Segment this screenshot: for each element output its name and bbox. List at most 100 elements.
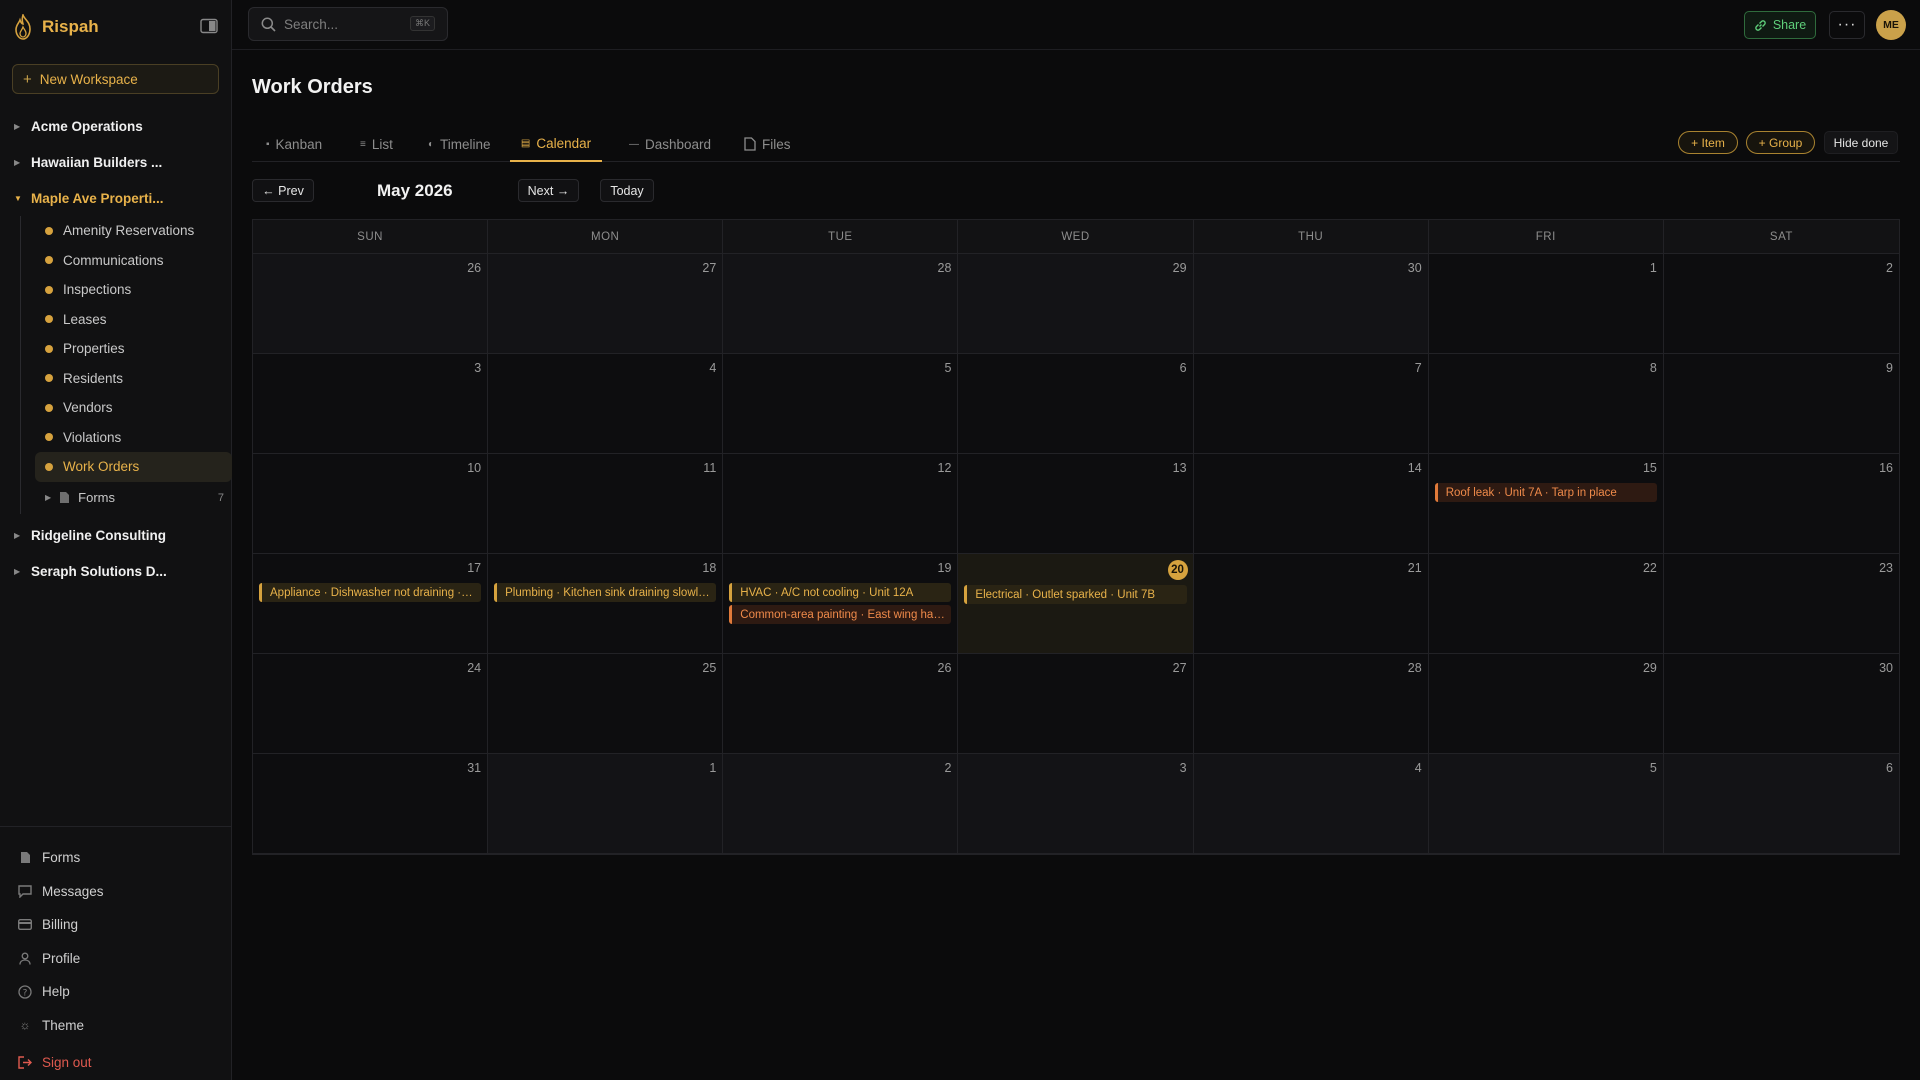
today-button[interactable]: Today — [600, 179, 654, 202]
day-cell[interactable]: 6 — [1663, 754, 1899, 854]
calendar-event[interactable]: Common-area painting · East wing ha… — [729, 605, 952, 624]
calendar-event[interactable]: Electrical · Outlet sparked · Unit 7B — [964, 585, 1187, 604]
day-cell[interactable]: 28 — [723, 254, 959, 354]
day-cell[interactable]: 15 Roof leak · Unit 7A · Tarp in place — [1428, 454, 1664, 554]
topbar: Search... ⌘K Share ··· ME — [232, 0, 1920, 50]
tab-kanban[interactable]: ▪ Kanban — [262, 126, 326, 162]
day-cell[interactable]: 7 — [1193, 354, 1429, 454]
nav-forms[interactable]: Forms — [0, 841, 232, 875]
day-cell[interactable]: 3 — [958, 754, 1194, 854]
day-cell[interactable]: 17 Appliance · Dishwasher not draining · … — [253, 554, 489, 654]
weekday-label: SAT — [1769, 230, 1793, 243]
day-cell[interactable]: 29 — [958, 254, 1194, 354]
workspace-item-maple[interactable]: ▼ Maple Ave Properti... — [0, 180, 232, 216]
day-cell[interactable]: 27 — [488, 254, 724, 354]
day-cell[interactable]: 11 — [488, 454, 724, 554]
add-group-button[interactable]: + Group — [1746, 131, 1815, 154]
day-cell[interactable]: 22 — [1428, 554, 1664, 654]
day-cell[interactable]: 5 — [1428, 754, 1664, 854]
day-cell[interactable]: 2 — [723, 754, 959, 854]
day-cell[interactable]: 13 — [958, 454, 1194, 554]
day-cell[interactable]: 23 — [1663, 554, 1899, 654]
sidebar-item-residents[interactable]: Residents — [35, 364, 232, 394]
day-cell[interactable]: 30 — [1193, 254, 1429, 354]
tab-files[interactable]: Files — [740, 126, 795, 162]
search-input[interactable]: Search... ⌘K — [248, 7, 448, 41]
sidebar-item-leases[interactable]: Leases — [35, 305, 232, 335]
nav-sign-out[interactable]: Sign out — [0, 1046, 232, 1080]
day-cell[interactable]: 5 — [723, 354, 959, 454]
workspace-item-hawaiian[interactable]: ▶ Hawaiian Builders ... — [0, 144, 232, 180]
collapse-sidebar-icon[interactable] — [200, 18, 218, 34]
day-number: 26 — [467, 261, 482, 275]
tab-calendar[interactable]: ▤ Calendar — [510, 126, 602, 162]
add-item-button[interactable]: + Item — [1678, 131, 1738, 154]
day-cell[interactable]: 8 — [1428, 354, 1664, 454]
sidebar-folder-forms[interactable]: ▶ Forms 7 — [35, 482, 232, 514]
day-number: 9 — [1886, 361, 1893, 375]
day-cell[interactable]: 1 — [488, 754, 724, 854]
avatar[interactable]: ME — [1876, 10, 1906, 40]
day-cell[interactable]: 6 — [958, 354, 1194, 454]
tab-label: Dashboard — [645, 136, 712, 152]
calendar-event[interactable]: HVAC · A/C not cooling · Unit 12A — [729, 583, 952, 602]
tab-dashboard[interactable]: — Dashboard — [625, 126, 715, 162]
day-cell[interactable]: 4 — [1193, 754, 1429, 854]
day-cell[interactable]: 12 — [723, 454, 959, 554]
day-cell[interactable]: 18 Plumbing · Kitchen sink draining slowl… — [488, 554, 724, 654]
day-cell[interactable]: 31 — [253, 754, 489, 854]
sidebar-item-label: Amenity Reservations — [63, 223, 195, 239]
workspace-label: Ridgeline Consulting — [31, 528, 166, 543]
sidebar-item-properties[interactable]: Properties — [35, 334, 232, 364]
nav-label: Billing — [42, 917, 79, 933]
calendar-event[interactable]: Appliance · Dishwasher not draining · … — [259, 583, 482, 602]
day-cell[interactable]: 4 — [488, 354, 724, 454]
sidebar-item-work-orders[interactable]: Work Orders — [35, 452, 232, 482]
day-cell[interactable]: 29 — [1428, 654, 1664, 754]
workspace-item-acme[interactable]: ▶ Acme Operations — [0, 108, 232, 144]
day-cell[interactable]: 30 — [1663, 654, 1899, 754]
sign-out-icon — [18, 1056, 32, 1070]
day-cell[interactable]: 21 — [1193, 554, 1429, 654]
day-cell[interactable]: 26 — [723, 654, 959, 754]
sidebar-item-communications[interactable]: Communications — [35, 246, 232, 276]
tab-timeline[interactable]: ◐ Timeline — [424, 126, 495, 162]
day-cell[interactable]: 3 — [253, 354, 489, 454]
more-options-button[interactable]: ··· — [1829, 11, 1865, 39]
day-cell[interactable]: 26 — [253, 254, 489, 354]
hide-done-button[interactable]: Hide done — [1824, 131, 1898, 154]
app-name: Rispah — [42, 17, 99, 36]
nav-help[interactable]: ? Help — [0, 975, 232, 1009]
day-cell[interactable]: 24 — [253, 654, 489, 754]
day-cell[interactable]: 14 — [1193, 454, 1429, 554]
day-cell[interactable]: 19 HVAC · A/C not cooling · Unit 12A Commo… — [723, 554, 959, 654]
sidebar-item-vendors[interactable]: Vendors — [35, 393, 232, 423]
calendar-event[interactable]: Plumbing · Kitchen sink draining slowl… — [494, 583, 717, 602]
sidebar-item-inspections[interactable]: Inspections — [35, 275, 232, 305]
sidebar-item-amenity-reservations[interactable]: Amenity Reservations — [35, 216, 232, 246]
day-cell[interactable]: 10 — [253, 454, 489, 554]
next-month-button[interactable]: Next → — [518, 179, 579, 202]
day-number: 23 — [1879, 561, 1893, 575]
day-cell[interactable]: 9 — [1663, 354, 1899, 454]
calendar-event[interactable]: Roof leak · Unit 7A · Tarp in place — [1434, 483, 1657, 502]
workspace-item-seraph[interactable]: ▶ Seraph Solutions D... — [0, 554, 232, 590]
sidebar-item-violations[interactable]: Violations — [35, 423, 232, 453]
share-button[interactable]: Share — [1744, 11, 1816, 39]
day-cell[interactable]: 28 — [1193, 654, 1429, 754]
brand[interactable]: Rispah — [12, 14, 99, 40]
tab-list[interactable]: ≡ List — [356, 126, 397, 162]
day-cell[interactable]: 25 — [488, 654, 724, 754]
new-workspace-button[interactable]: + New Workspace — [12, 64, 219, 94]
day-cell[interactable]: 1 — [1428, 254, 1664, 354]
nav-theme[interactable]: ☼ Theme — [0, 1009, 232, 1043]
day-cell-today[interactable]: 20 Electrical · Outlet sparked · Unit 7B — [958, 554, 1194, 654]
day-cell[interactable]: 16 — [1663, 454, 1899, 554]
workspace-item-ridgeline[interactable]: ▶ Ridgeline Consulting — [0, 518, 232, 554]
day-cell[interactable]: 27 — [958, 654, 1194, 754]
prev-month-button[interactable]: ← Prev — [252, 179, 314, 202]
nav-profile[interactable]: Profile — [0, 942, 232, 976]
nav-billing[interactable]: Billing — [0, 908, 232, 942]
day-cell[interactable]: 2 — [1663, 254, 1899, 354]
nav-messages[interactable]: Messages — [0, 875, 232, 909]
